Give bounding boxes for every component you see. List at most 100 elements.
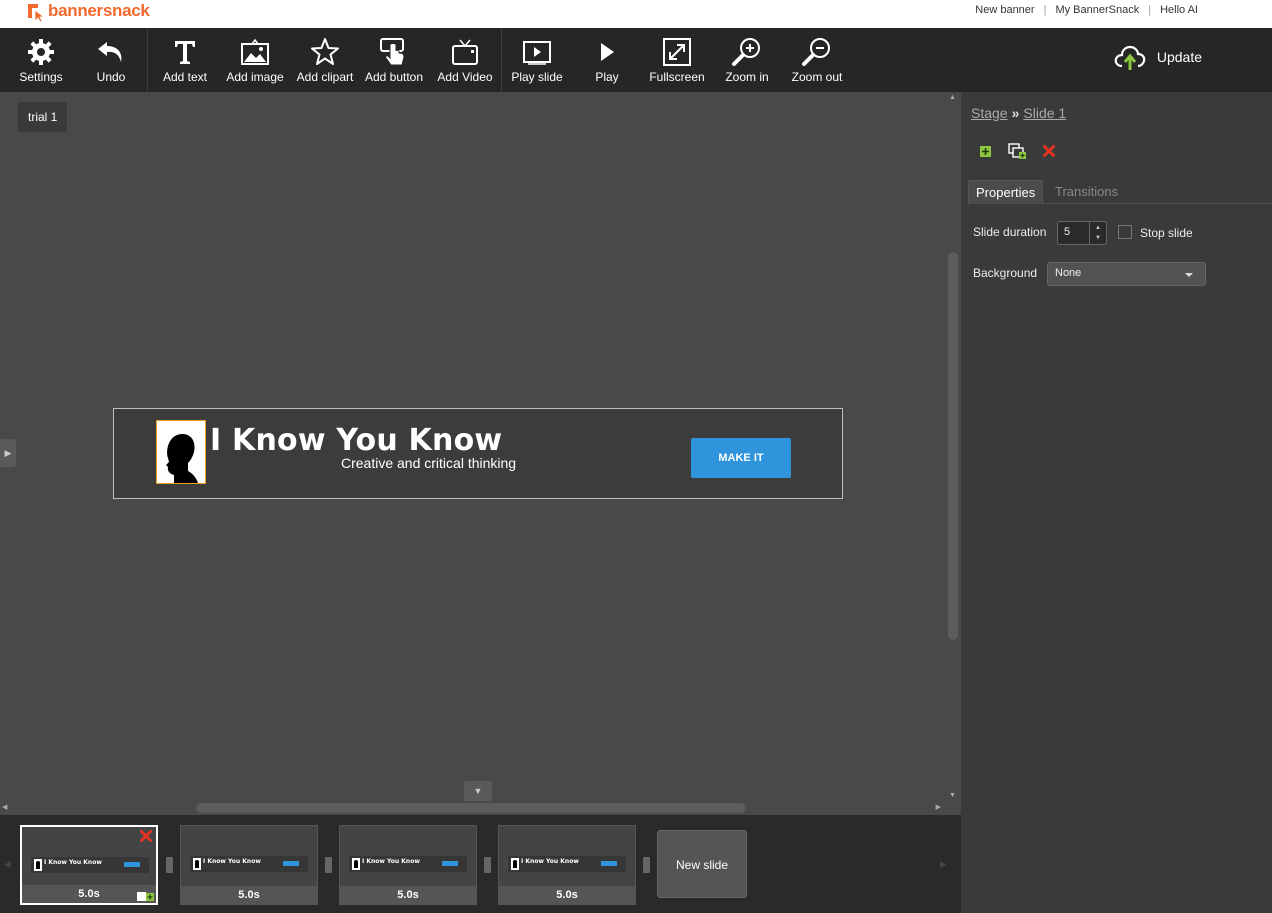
link-separator: |: [1043, 4, 1047, 16]
add-slide-icon[interactable]: [975, 142, 995, 160]
horizontal-scroll-thumb[interactable]: [196, 803, 746, 813]
logo-mark-icon: [28, 4, 46, 22]
logo-text: bannersnack: [48, 1, 150, 20]
add-image-label: Add image: [226, 70, 284, 84]
play-slide-button[interactable]: Play slide: [511, 28, 563, 92]
slide-drag-handle[interactable]: [484, 857, 491, 873]
add-video-button[interactable]: Add Video: [437, 28, 493, 92]
expand-left-panel-toggle[interactable]: ▶: [0, 439, 16, 467]
mini-image: [34, 859, 42, 871]
toolbar-divider: [501, 28, 502, 92]
link-separator: |: [1148, 4, 1152, 16]
tab-transitions[interactable]: Transitions: [1048, 180, 1125, 204]
banner-cta-button[interactable]: MAKE IT: [691, 438, 791, 478]
banner-name-tag[interactable]: trial 1: [18, 102, 68, 132]
top-header: bannersnack New banner | My BannerSnack …: [0, 0, 1272, 28]
slide-drag-handle[interactable]: [643, 857, 650, 873]
breadcrumb: Stage» Slide 1: [971, 105, 1066, 121]
update-button[interactable]: Update: [1113, 40, 1202, 74]
banner-subtitle[interactable]: Creative and critical thinking: [341, 455, 516, 471]
background-value: None: [1055, 267, 1082, 279]
hand-pointer-icon: [380, 38, 405, 66]
mini-title: I Know You Know: [203, 858, 261, 865]
mini-button: [442, 861, 458, 866]
undo-button[interactable]: Undo: [94, 28, 128, 92]
play-button[interactable]: Play: [594, 28, 620, 92]
stage-canvas[interactable]: trial 1 ▶ I Know You Know Creative and c…: [0, 92, 961, 815]
slides-next-arrow-icon[interactable]: ▶: [940, 859, 947, 870]
mini-image: [193, 858, 201, 870]
banner-silhouette-image[interactable]: [156, 420, 206, 484]
background-select[interactable]: None: [1047, 262, 1206, 286]
add-clipart-button[interactable]: Add clipart: [297, 28, 353, 92]
play-slide-icon: [523, 41, 551, 65]
vertical-scroll-thumb[interactable]: [948, 252, 958, 640]
slide-preview: I Know You Know: [508, 856, 626, 872]
slide-thumbnail-4[interactable]: I Know You Know 5.0s: [498, 825, 636, 905]
add-image-button[interactable]: Add image: [226, 28, 284, 92]
delete-slide-thumbnail-icon[interactable]: [140, 830, 152, 842]
tab-properties[interactable]: Properties: [968, 180, 1044, 204]
settings-button[interactable]: Settings: [19, 28, 63, 92]
settings-label: Settings: [19, 70, 63, 84]
zoom-in-icon: [732, 38, 760, 66]
properties-panel: Stage» Slide 1 Properties Transitions Sli…: [961, 92, 1272, 913]
add-button-button[interactable]: Add button: [365, 28, 423, 92]
scroll-up-arrow-icon[interactable]: ▲: [949, 94, 956, 101]
slide-preview: I Know You Know: [349, 856, 467, 872]
my-bannersnack-link[interactable]: My BannerSnack: [1055, 4, 1139, 16]
app-logo[interactable]: bannersnack: [26, 0, 150, 22]
delete-slide-icon[interactable]: [1039, 142, 1059, 160]
mini-title: I Know You Know: [521, 858, 579, 865]
horizontal-scrollbar[interactable]: ◀ ▶: [0, 801, 945, 815]
play-icon: [601, 43, 614, 61]
slide-actions: [975, 142, 1071, 160]
toolbar-divider: [147, 28, 148, 92]
panel-tabs: Properties Transitions: [968, 180, 1272, 204]
cloud-upload-icon: [1114, 45, 1146, 70]
slide-duration-value[interactable]: 5: [1064, 226, 1070, 238]
stepper-arrows-icon[interactable]: ▲ ▼: [1089, 222, 1106, 244]
vertical-scrollbar[interactable]: ▲ ▼: [945, 92, 961, 807]
text-icon: [175, 41, 195, 64]
duplicate-slide-icon[interactable]: [1007, 142, 1027, 160]
undo-icon: [98, 42, 122, 62]
fullscreen-button[interactable]: Fullscreen: [649, 28, 705, 92]
scroll-down-arrow-icon[interactable]: ▼: [949, 792, 956, 799]
mini-title: I Know You Know: [44, 859, 102, 866]
add-text-button[interactable]: Add text: [162, 28, 208, 92]
add-video-label: Add Video: [437, 70, 493, 84]
collapse-slides-toggle[interactable]: ▼: [464, 781, 492, 801]
add-text-label: Add text: [162, 70, 208, 84]
slide-thumbnail-1[interactable]: I Know You Know 5.0s: [20, 825, 158, 905]
slides-prev-arrow-icon[interactable]: ◀: [4, 859, 11, 870]
stop-slide-checkbox[interactable]: [1118, 225, 1132, 239]
user-greeting-link[interactable]: Hello AI: [1160, 4, 1198, 16]
slide-thumbnail-2[interactable]: I Know You Know 5.0s: [180, 825, 318, 905]
slide-duration-stepper[interactable]: 5 ▲ ▼: [1057, 221, 1107, 245]
image-icon: [241, 38, 269, 65]
new-banner-link[interactable]: New banner: [975, 4, 1034, 16]
gear-icon: [28, 39, 54, 65]
add-button-label: Add button: [364, 70, 424, 84]
slide-duration-badge: 5.0s: [340, 886, 476, 904]
main-toolbar: Settings Undo Add text Add image Add cli…: [0, 28, 1272, 92]
breadcrumb-slide-link[interactable]: Slide 1: [1023, 105, 1066, 121]
slide-thumbnail-3[interactable]: I Know You Know 5.0s: [339, 825, 477, 905]
duplicate-thumbnail-icon[interactable]: [136, 888, 154, 902]
scroll-right-arrow-icon[interactable]: ▶: [936, 803, 941, 811]
zoom-out-button[interactable]: Zoom out: [791, 28, 843, 92]
slide-drag-handle[interactable]: [166, 857, 173, 873]
banner-title[interactable]: I Know You Know: [210, 423, 502, 458]
scroll-left-arrow-icon[interactable]: ◀: [2, 803, 7, 811]
new-slide-button[interactable]: New slide: [657, 830, 747, 898]
slide-duration-badge: 5.0s: [499, 886, 635, 904]
breadcrumb-stage-link[interactable]: Stage: [971, 105, 1008, 121]
zoom-in-label: Zoom in: [725, 70, 769, 84]
update-label: Update: [1156, 49, 1202, 65]
slide-preview: I Know You Know: [190, 856, 308, 872]
zoom-in-button[interactable]: Zoom in: [724, 28, 770, 92]
mini-image: [352, 858, 360, 870]
slide-drag-handle[interactable]: [325, 857, 332, 873]
banner-stage[interactable]: I Know You Know Creative and critical th…: [113, 408, 843, 499]
